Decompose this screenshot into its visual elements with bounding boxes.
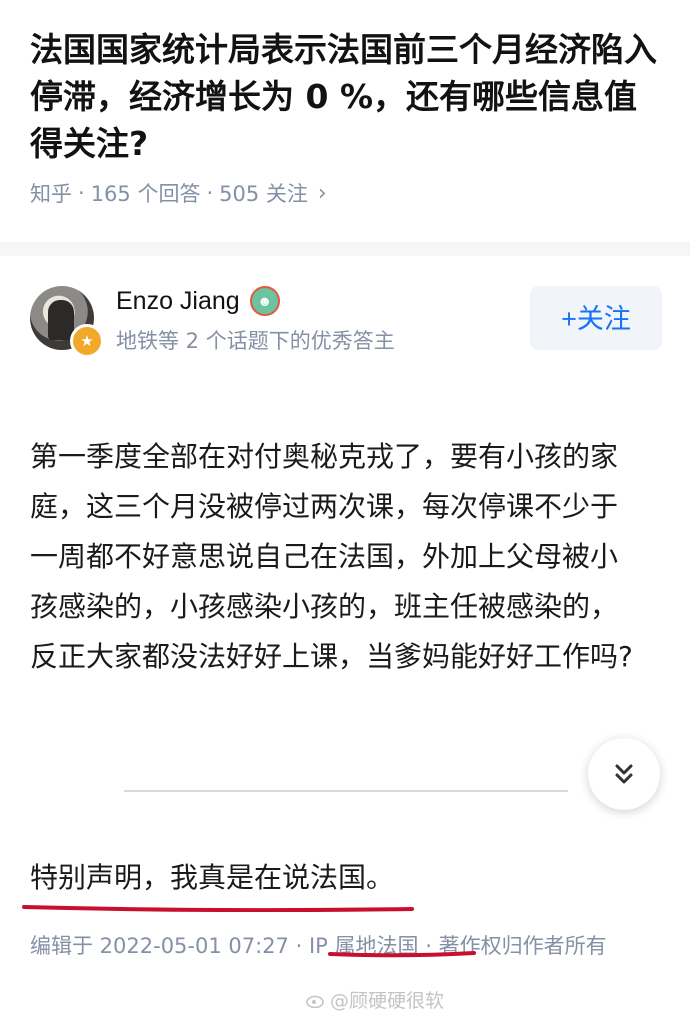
section-divider — [0, 242, 690, 256]
special-statement: 特别声明，我真是在说法国。 — [30, 861, 395, 894]
red-underline-ip — [328, 951, 476, 958]
follow-button[interactable]: +关注 — [530, 286, 662, 350]
emoji-badge-icon: ☻ — [249, 286, 280, 316]
meta-separator: · — [206, 181, 214, 205]
answer-divider — [124, 790, 568, 792]
author-description: 地铁等 2 个话题下的优秀答主 — [116, 329, 395, 353]
chevron-double-down-icon — [615, 764, 633, 784]
question-meta[interactable]: 知乎 · 165 个回答 · 505 关注 › — [30, 178, 327, 208]
chevron-right-icon: › — [317, 180, 327, 206]
author-name[interactable]: Enzo Jiang — [116, 287, 240, 316]
red-underline-statement — [22, 905, 414, 912]
source-label: 知乎 — [30, 182, 72, 206]
answers-count: 165 个回答 — [90, 182, 201, 206]
watermark-text: @顾硬硬很软 — [330, 990, 445, 1012]
watermark: @顾硬硬很软 — [306, 986, 444, 1013]
expand-button[interactable] — [588, 738, 660, 810]
edited-time: 编辑于 2022-05-01 07:27 — [30, 934, 289, 958]
answer-meta: 编辑于 2022-05-01 07:27 · IP 属地法国 · 著作权归作者所… — [30, 926, 670, 966]
answer-body: 第一季度全部在对付奥秘克戎了，要有小孩的家庭，这三个月没被停过两次课，每次停课不… — [30, 440, 633, 673]
weibo-icon — [306, 995, 324, 1008]
meta-separator: · — [78, 181, 85, 205]
avatar-figure — [48, 300, 74, 340]
question-title[interactable]: 法国国家统计局表示法国前三个月经济陷入停滞，经济增长为 0 %，还有哪些信息值得… — [30, 26, 660, 167]
meta-separator: · — [295, 934, 303, 958]
medal-icon: ★ — [70, 324, 104, 358]
author-name-row[interactable]: Enzo Jiang ☻ — [116, 286, 280, 316]
follows-count: 505 关注 — [219, 182, 308, 206]
